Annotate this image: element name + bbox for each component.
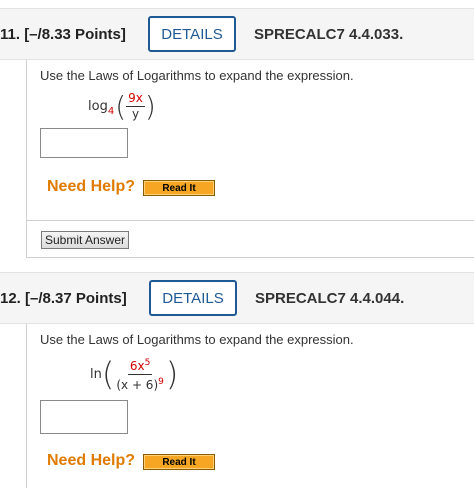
question-title: 11. [–/8.33 Points] [0, 26, 126, 43]
question-11-header: 11. [–/8.33 Points] DETAILS SPRECALC7 4.… [0, 8, 474, 60]
denominator-exponent: 9 [158, 376, 164, 387]
left-paren: ( [115, 89, 127, 123]
fraction: 9x y [126, 91, 145, 122]
need-help-label: Need Help? [47, 178, 136, 195]
log-base: 4 [107, 105, 115, 117]
question-prompt: Use the Laws of Logarithms to expand the… [40, 68, 354, 83]
numerator-exponent: 5 [144, 357, 151, 368]
read-it-button[interactable]: Read It [143, 454, 215, 470]
log-function: log [88, 98, 108, 114]
submit-panel: Submit Answer [26, 220, 474, 258]
numerator-coefficient: 6 [129, 358, 138, 373]
need-help-label: Need Help? [47, 452, 136, 469]
fraction-numerator: 9x [126, 90, 145, 107]
submit-answer-button[interactable]: Submit Answer [41, 231, 129, 249]
ln-function: ln [90, 366, 102, 382]
answer-input[interactable] [40, 400, 128, 434]
details-button[interactable]: DETAILS [148, 16, 236, 52]
question-12-header: 12. [–/8.37 Points] DETAILS SPRECALC7 4.… [0, 272, 474, 324]
log-expression: log 4 ( 9x y ) [88, 88, 156, 124]
right-paren: ) [165, 355, 179, 393]
answer-input[interactable] [40, 128, 128, 158]
numerator-variable: x [137, 358, 145, 373]
read-it-button[interactable]: Read It [143, 180, 215, 196]
fraction-denominator: (x + 6)9 [114, 375, 166, 393]
question-prompt: Use the Laws of Logarithms to expand the… [40, 332, 354, 347]
fraction: 6x5 (x + 6)9 [114, 356, 166, 393]
fraction-denominator: y [131, 106, 140, 121]
details-button[interactable]: DETAILS [149, 280, 237, 316]
question-11-body: Use the Laws of Logarithms to expand the… [26, 60, 474, 220]
problem-code: SPRECALC7 4.4.044. [255, 290, 405, 307]
right-paren: ) [144, 89, 156, 123]
ln-expression: ln ( 6x5 (x + 6)9 ) [90, 354, 178, 394]
left-paren: ( [101, 355, 115, 393]
question-12-body: Use the Laws of Logarithms to expand the… [26, 324, 474, 488]
fraction-numerator: 6x5 [127, 356, 153, 375]
problem-code: SPRECALC7 4.4.033. [254, 26, 404, 43]
denominator-base: (x + 6) [116, 377, 159, 392]
question-title: 12. [–/8.37 Points] [0, 290, 127, 307]
